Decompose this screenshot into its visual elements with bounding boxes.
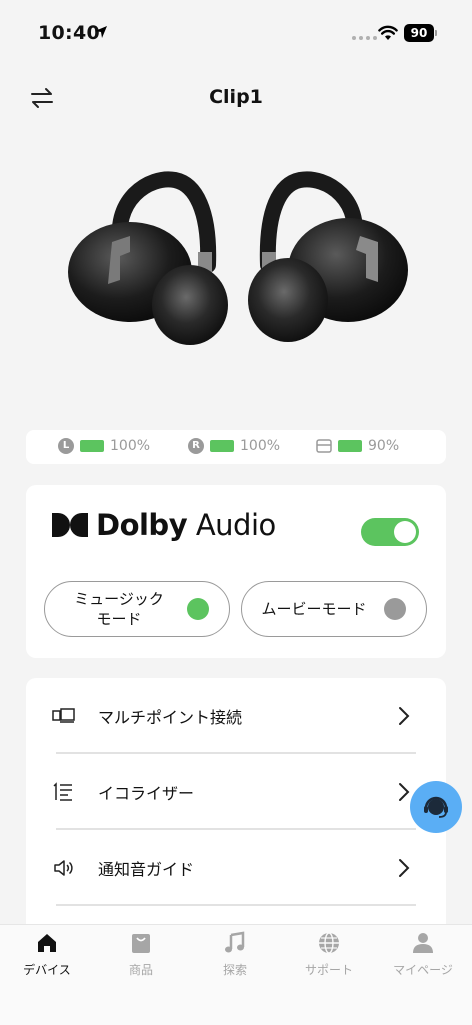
- cellular-signal-icon: [352, 36, 377, 40]
- battery-right-percent: 100%: [240, 438, 281, 454]
- menu-label-multipoint: マルチポイント接続: [98, 708, 243, 727]
- home-icon: [38, 934, 56, 952]
- speaker-icon: [54, 860, 73, 876]
- tab-label-explore: 探索: [222, 963, 247, 977]
- dolby-logo: Dolby Audio: [52, 507, 276, 543]
- menu-item-equalizer[interactable]: イコライザー: [26, 754, 446, 830]
- battery-indicator: 90: [404, 24, 434, 42]
- movie-mode-button[interactable]: ムービーモード: [241, 581, 427, 637]
- chevron-right-icon: [399, 707, 410, 725]
- menu-label-notification-guide: 通知音ガイド: [98, 860, 195, 879]
- music-note-icon: [225, 931, 245, 953]
- battery-left-percent: 100%: [110, 438, 151, 454]
- battery-cap: [435, 30, 437, 36]
- music-mode-indicator: [187, 598, 209, 620]
- battery-bar-case: [338, 440, 362, 452]
- tab-my-page[interactable]: マイページ: [376, 931, 470, 991]
- dolby-double-d-icon: [52, 513, 88, 537]
- right-earbud-badge: R: [188, 438, 204, 454]
- tab-products[interactable]: 商品: [94, 931, 188, 991]
- menu-item-multipoint[interactable]: マルチポイント接続: [26, 678, 446, 754]
- chevron-right-icon: [399, 783, 410, 801]
- battery-case-percent: 90%: [368, 438, 400, 454]
- tab-label-support: サポート: [304, 963, 353, 977]
- location-arrow-icon: [95, 26, 107, 38]
- person-icon: [413, 933, 433, 953]
- toggle-knob: [394, 521, 416, 543]
- tab-device[interactable]: デバイス: [0, 931, 94, 991]
- tab-explore[interactable]: 探索: [188, 931, 282, 991]
- multipoint-icon: [52, 708, 75, 723]
- battery-left: L 100%: [58, 438, 150, 454]
- tab-support[interactable]: サポート: [282, 931, 376, 991]
- menu-item-notification-guide[interactable]: 通知音ガイド: [26, 830, 446, 906]
- dolby-audio-card: Dolby Audio ミュージック モード ムービーモード: [26, 485, 446, 658]
- left-earbud-badge: L: [58, 438, 74, 454]
- page-title: Clip1: [209, 86, 263, 108]
- shopping-bag-icon: [132, 934, 150, 953]
- headset-icon: [424, 796, 448, 818]
- music-mode-label: ミュージック モード: [74, 590, 164, 628]
- chevron-right-icon: [399, 859, 410, 877]
- dolby-brand: Dolby: [96, 508, 188, 542]
- battery-bar-right: [210, 440, 234, 452]
- tab-label-device: デバイス: [23, 963, 71, 977]
- movie-mode-label: ムービーモード: [261, 600, 367, 618]
- battery-bar-left: [80, 440, 104, 452]
- tab-label-my-page: マイページ: [393, 963, 453, 977]
- dolby-toggle[interactable]: [361, 518, 419, 546]
- wifi-icon: [378, 25, 398, 40]
- equalizer-icon: [53, 782, 72, 801]
- dolby-product: Audio: [195, 508, 276, 542]
- globe-icon: [319, 932, 339, 954]
- divider: [56, 904, 416, 906]
- battery-status-bar: L 100% R 100% 90%: [26, 430, 446, 464]
- menu-label-equalizer: イコライザー: [98, 784, 195, 803]
- support-chat-button[interactable]: [410, 781, 462, 833]
- charging-case-icon: [316, 439, 332, 453]
- tab-label-products: 商品: [128, 963, 153, 977]
- movie-mode-indicator: [384, 598, 406, 620]
- tab-bar: デバイス 商品 探索 サポート マイページ: [0, 924, 472, 1025]
- battery-case: 90%: [316, 438, 399, 454]
- status-time: 10:40: [38, 22, 100, 44]
- earbuds-image: [68, 171, 408, 345]
- status-bar: 10:40 90: [0, 0, 472, 64]
- settings-menu: マルチポイント接続 イコライザー 通知音ガイド: [26, 678, 446, 938]
- music-mode-button[interactable]: ミュージック モード: [44, 581, 230, 637]
- battery-right: R 100%: [188, 438, 280, 454]
- header: Clip1: [0, 78, 472, 118]
